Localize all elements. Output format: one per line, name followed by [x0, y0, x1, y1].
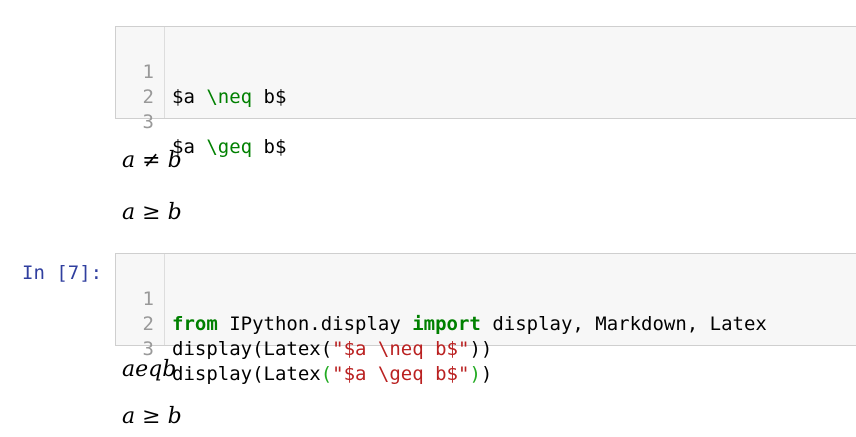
rendered-math-geq: a ≥ b — [122, 200, 182, 225]
input-prompt: In [7]: — [22, 262, 103, 284]
editor-line: 3 display(Latex("$a \geq b$")) — [116, 312, 856, 385]
editor-line: 2 — [116, 60, 856, 108]
output-aeqb: aeqb — [122, 357, 177, 382]
output-math-geq: a ≥ b — [122, 404, 182, 429]
code-text: $a \geq b$ — [172, 136, 287, 158]
markdown-cell-editor[interactable]: 1 $a \neq b$ 2 3 $a \geq b$ — [115, 26, 856, 158]
matched-bracket: ( — [320, 363, 333, 385]
string-literal: "$a \geq b$" — [332, 363, 470, 385]
editor-line: 1 from IPython.display import display, M… — [116, 262, 856, 335]
editor-line: 1 $a \neq b$ — [116, 35, 856, 108]
code-cell-editor[interactable]: 1 from IPython.display import display, M… — [115, 253, 856, 385]
editor-line: 3 $a \geq b$ — [116, 85, 856, 158]
string-literal: "$a \neq b$" — [332, 338, 470, 360]
editor-line: 2 display(Latex("$a \neq b$")) — [116, 287, 856, 360]
code-text: display(Latex("$a \neq b$")) — [172, 338, 493, 360]
rendered-math-neq: a ≠ b — [122, 148, 182, 173]
matched-bracket: ) — [469, 363, 481, 385]
line-number: 3 — [142, 111, 154, 133]
latex-command: \geq — [206, 136, 253, 158]
code-text: display(Latex("$a \geq b$")) — [172, 363, 493, 385]
